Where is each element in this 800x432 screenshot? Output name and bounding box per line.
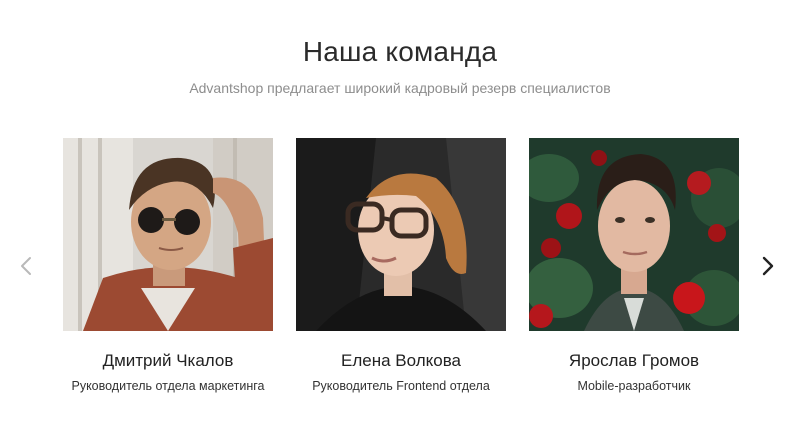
section-subtitle: Advantshop предлагает широкий кадровый р… xyxy=(189,80,611,96)
team-member-photo xyxy=(529,138,739,331)
team-member-role: Руководитель Frontend отдела xyxy=(312,379,490,393)
team-member-name: Дмитрий Чкалов xyxy=(102,351,234,370)
team-member-role: Mobile-разработчик xyxy=(577,379,691,393)
section-title: Наша команда xyxy=(302,36,498,67)
team-member-photo xyxy=(296,138,506,331)
carousel-prev-button[interactable] xyxy=(14,252,38,280)
team-member-photo xyxy=(63,138,273,331)
team-card[interactable]: Дмитрий Чкалов Руководитель отдела марке… xyxy=(63,138,273,393)
team-card[interactable]: Елена Волкова Руководитель Frontend отде… xyxy=(296,138,506,393)
chevron-left-icon xyxy=(21,257,31,275)
team-section: Наша команда Advantshop предлагает широк… xyxy=(0,0,800,432)
team-member-role: Руководитель отдела маркетинга xyxy=(71,379,265,393)
team-member-name: Елена Волкова xyxy=(341,351,461,370)
team-member-name: Ярослав Громов xyxy=(568,351,700,370)
team-card[interactable]: Ярослав Громов Mobile-разработчик xyxy=(529,138,739,393)
carousel-next-button[interactable] xyxy=(756,252,780,280)
chevron-right-icon xyxy=(762,256,774,276)
